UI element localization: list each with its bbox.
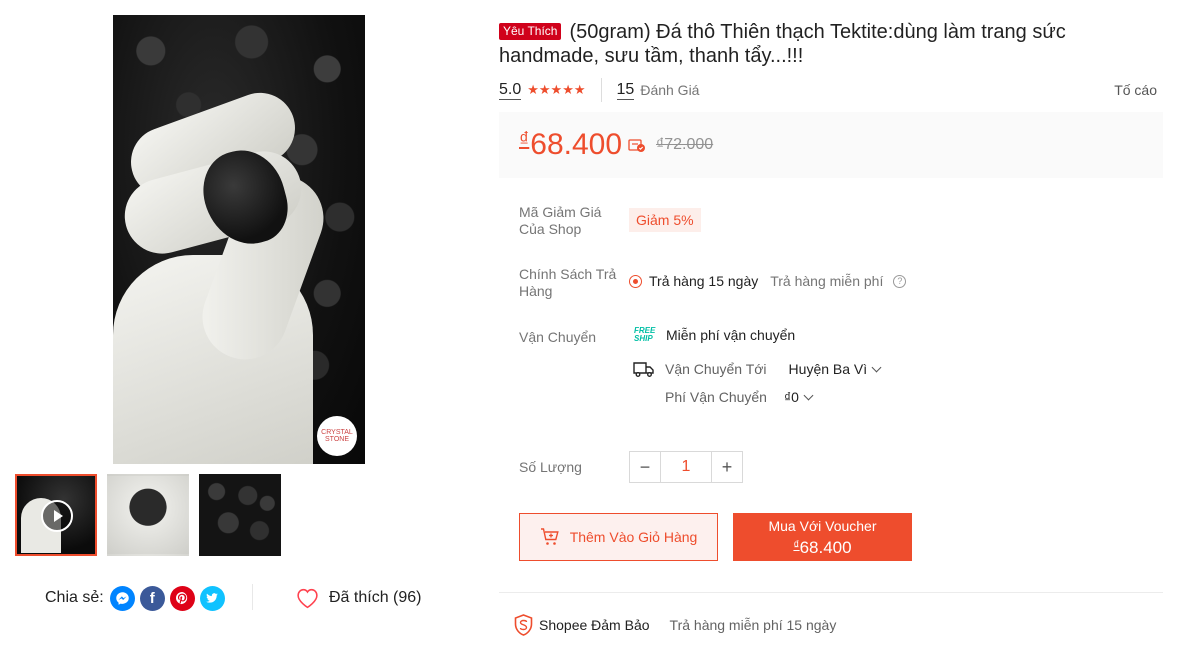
quantity-label: Số Lượng (519, 459, 582, 475)
share-label: Chia sẻ: (45, 589, 104, 606)
return-free: Trả hàng miễn phí (770, 273, 884, 289)
review-count[interactable]: 15 (616, 81, 635, 100)
rating-row: 5.0 ★★★★★ 15 Đánh Giá Tố cáo (499, 78, 1157, 102)
quantity-stepper: − 1 + (629, 451, 743, 483)
add-to-cart-label: Thêm Vào Giỏ Hàng (569, 529, 698, 545)
messenger-icon[interactable] (109, 585, 135, 611)
thumbnail-strip (15, 474, 281, 556)
like-button[interactable]: Đã thích (96) (295, 584, 421, 612)
report-link[interactable]: Tố cáo (1114, 82, 1157, 98)
chevron-down-icon (871, 362, 882, 372)
current-price: ₫68.400 (519, 128, 622, 162)
shipping-label: Vận Chuyển (519, 329, 597, 345)
guarantee-label: Shopee Đảm Bảo (539, 617, 650, 633)
shop-watermark-logo: CRYSTAL STONE (317, 416, 357, 456)
currency-symbol: ₫ (519, 129, 530, 151)
quantity-input[interactable]: 1 (661, 451, 711, 483)
help-icon[interactable]: ? (893, 274, 907, 288)
quantity-increase-button[interactable]: + (711, 451, 743, 483)
facebook-icon[interactable]: f (139, 585, 165, 611)
voucher-label: Mã Giảm Giá Của Shop (519, 204, 602, 237)
heart-icon (297, 588, 318, 609)
voucher-tag[interactable]: Giảm 5% (629, 208, 701, 232)
product-title: Yêu Thích (50gram) Đá thô Thiên thạch Tek… (499, 20, 1139, 68)
shopee-guarantee[interactable]: Shopee Đảm Bảo Trả hàng miễn phí 15 ngày (513, 614, 836, 636)
ship-to-label: Vận Chuyển Tới (665, 361, 767, 377)
truck-icon (633, 362, 654, 377)
guarantee-detail: Trả hàng miễn phí 15 ngày (669, 617, 837, 633)
cart-add-icon (540, 528, 559, 545)
star-rating-icon: ★★★★★ (527, 82, 586, 97)
ship-to-value: Huyện Ba Vì (788, 361, 868, 377)
return-days: Trả hàng 15 ngày (649, 273, 759, 289)
thumbnail-image[interactable] (199, 474, 281, 556)
twitter-icon[interactable] (199, 585, 225, 611)
like-count-label: Đã thích (96) (329, 589, 422, 606)
thumbnail-image[interactable] (107, 474, 189, 556)
product-title-text: (50gram) Đá thô Thiên thạch Tektite:dùng… (499, 21, 1066, 67)
shipping-destination: Vận Chuyển Tới Huyện Ba Vì (633, 360, 882, 378)
play-icon[interactable] (41, 500, 73, 532)
shield-icon (514, 614, 533, 636)
share-divider (252, 584, 253, 610)
pinterest-icon[interactable] (169, 585, 195, 611)
freeship-icon-bottom: SHIP (634, 334, 653, 343)
buy-price-value: 68.400 (799, 538, 852, 557)
rating-value[interactable]: 5.0 (499, 81, 522, 100)
price-box: ₫68.400 ₫72.000 (499, 112, 1163, 178)
rating-divider (600, 78, 602, 102)
shipping-fee: Phí Vận Chuyển ₫0 (665, 389, 814, 405)
add-to-cart-button[interactable]: Thêm Vào Giỏ Hàng (519, 513, 718, 561)
buy-with-voucher-label: Mua Với Voucher (768, 518, 877, 534)
free-shipping-line: FREE SHIP Miễn phí vận chuyển (634, 327, 796, 344)
product-main-image[interactable]: CRYSTAL STONE (113, 15, 365, 464)
share-row: Chia sẻ: f (45, 584, 230, 612)
watermark-text: CRYSTAL STONE (321, 429, 353, 443)
ship-fee-dropdown[interactable]: ₫0 (783, 389, 814, 405)
return-policy-label: Chính Sách Trả Hàng (519, 266, 617, 299)
chevron-down-icon (803, 390, 814, 400)
return-policy-detail: Trả hàng 15 ngày Trả hàng miễn phí ? (629, 273, 907, 289)
favorite-badge: Yêu Thích (499, 23, 562, 40)
ship-fee-label: Phí Vận Chuyển (665, 389, 767, 405)
price-tag-icon[interactable] (628, 138, 646, 152)
buy-with-voucher-button[interactable]: Mua Với Voucher ₫68.400 (733, 513, 912, 561)
free-shipping-text: Miễn phí vận chuyển (666, 327, 796, 343)
review-label: Đánh Giá (640, 82, 700, 98)
original-price: ₫72.000 (656, 136, 714, 153)
quantity-decrease-button[interactable]: − (629, 451, 661, 483)
thumbnail-video[interactable] (15, 474, 97, 556)
freeship-icon: FREE SHIP (634, 327, 656, 343)
buy-with-voucher-price: ₫68.400 (733, 534, 912, 559)
ship-to-dropdown[interactable]: Huyện Ba Vì (788, 361, 882, 377)
return-icon (629, 274, 642, 288)
divider (499, 592, 1163, 593)
current-price-value: 68.400 (530, 128, 623, 161)
ship-fee-value: ₫0 (783, 389, 799, 405)
